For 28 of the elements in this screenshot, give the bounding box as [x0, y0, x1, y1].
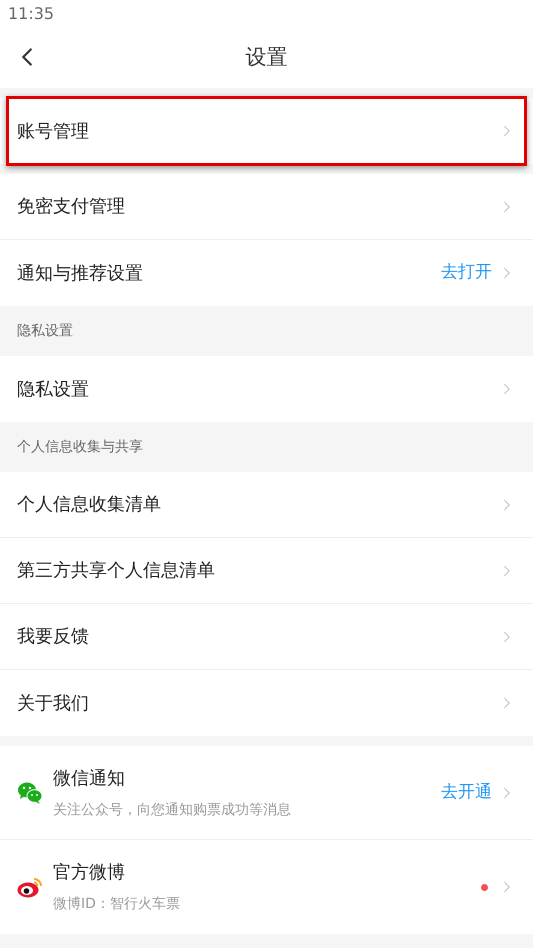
- settings-row[interactable]: 隐私设置: [0, 356, 533, 422]
- settings-row[interactable]: 账号管理: [0, 98, 533, 164]
- eye-logo-icon: [17, 876, 43, 898]
- settings-row[interactable]: 通知与推荐设置 去打开: [0, 240, 533, 306]
- settings-row[interactable]: 微信通知 关注公众号，向您通知购票成功等消息 去开通: [0, 746, 533, 840]
- row-label: 账号管理: [17, 120, 90, 144]
- row-label: 免密支付管理: [17, 195, 126, 219]
- settings-row[interactable]: 官方微博 微博ID：智行火车票: [0, 840, 533, 934]
- row-label: 通知与推荐设置: [17, 262, 144, 286]
- page-title: 设置: [246, 44, 288, 72]
- row-label: 关于我们: [17, 692, 90, 716]
- chat-bubbles-icon: [17, 782, 43, 804]
- row-subtitle: 关注公众号，向您通知购票成功等消息: [53, 800, 292, 820]
- row-label: 官方微博: [53, 861, 126, 885]
- row-label: 第三方共享个人信息清单: [17, 559, 216, 583]
- status-time: 11:35: [8, 3, 54, 25]
- row-label: 我要反馈: [17, 625, 90, 649]
- row-subtitle: 微博ID：智行火车票: [53, 895, 181, 914]
- settings-row[interactable]: 关于我们: [0, 670, 533, 736]
- settings-row[interactable]: 免密支付管理: [0, 174, 533, 240]
- settings-row[interactable]: 我要反馈: [0, 604, 533, 670]
- row-label: 个人信息收集清单: [17, 493, 162, 517]
- settings-row[interactable]: 第三方共享个人信息清单: [0, 538, 533, 604]
- row-label: 隐私设置: [17, 378, 90, 402]
- settings-row[interactable]: 个人信息收集清单: [0, 472, 533, 538]
- row-label: 微信通知: [53, 766, 126, 790]
- section-header: 隐私设置: [17, 322, 73, 340]
- section-header: 个人信息收集与共享: [17, 438, 143, 456]
